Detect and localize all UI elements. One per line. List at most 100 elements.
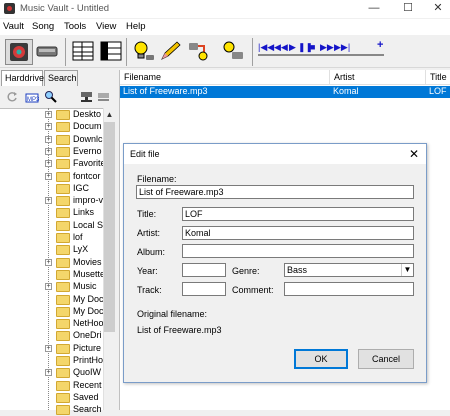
menu-view[interactable]: View [96, 21, 116, 32]
tree-expander-icon[interactable]: + [45, 160, 52, 168]
stop-button[interactable]: ■ [310, 42, 315, 52]
menu-tools[interactable]: Tools [64, 21, 86, 32]
tree-expander-icon[interactable]: + [45, 135, 52, 143]
tree-folder-item[interactable]: Search [0, 404, 104, 416]
tree-folder-label: OneDri [73, 330, 102, 341]
tree-folder-item[interactable]: lof [0, 232, 104, 244]
play-button[interactable]: ▶ [289, 42, 296, 53]
network-drive-icon[interactable] [80, 91, 93, 103]
year-field[interactable] [182, 263, 226, 277]
refresh-icon[interactable] [6, 91, 18, 103]
tree-folder-item[interactable]: OneDri [0, 330, 104, 342]
mp3-filter-icon[interactable]: MP3 [25, 90, 39, 103]
tree-folder-item[interactable]: + Movies [0, 257, 104, 269]
folder-icon [56, 122, 70, 133]
add-button[interactable]: + [377, 39, 383, 51]
folder-icon [56, 356, 70, 366]
tree-folder-item[interactable]: PrintHo [0, 355, 104, 367]
drive-disconnect-icon[interactable] [97, 91, 110, 103]
ok-button[interactable]: OK [294, 349, 348, 369]
tree-folder-label: IGC [73, 182, 90, 193]
tree-expander-icon[interactable]: + [45, 283, 52, 291]
lightbulb-icon [134, 41, 154, 60]
drive-button[interactable] [34, 39, 62, 65]
menu-vault[interactable]: Vault [3, 21, 24, 32]
album-label: Album: [137, 247, 166, 257]
tree-expander-icon[interactable]: + [45, 344, 52, 352]
tree-expander-icon[interactable]: + [45, 369, 52, 377]
tree-folder-item[interactable]: + Downlc [0, 134, 104, 146]
tree-folder-item[interactable]: + Deskto [0, 109, 104, 121]
last-track-button[interactable]: ▶▶| [334, 42, 350, 53]
tree-folder-item[interactable]: Saved [0, 392, 104, 404]
pencil-button[interactable] [158, 39, 186, 65]
tree-folder-item[interactable]: LyX [0, 244, 104, 256]
tree-folder-item[interactable]: IGC [0, 183, 104, 195]
genre-select[interactable]: Bass ▼ [284, 263, 414, 277]
tree-folder-item[interactable]: + impro-v [0, 195, 104, 207]
dialog-close-button[interactable]: ✕ [405, 145, 423, 163]
split-view-button[interactable] [98, 39, 126, 65]
tree-folder-label: QuoIW [73, 367, 102, 378]
tree-expander-icon[interactable]: + [45, 197, 52, 205]
tree-folder-item[interactable]: + fontcor [0, 171, 104, 183]
tree-expander-icon[interactable]: + [45, 111, 52, 118]
tree-folder-item[interactable]: Musette [0, 269, 105, 281]
forward-button[interactable]: ▶▶ [320, 42, 334, 53]
folder-icon [56, 257, 70, 268]
tree-folder-item[interactable]: NetHoo [0, 318, 104, 330]
toolbar-separator [65, 38, 66, 66]
artist-field[interactable]: Komal [182, 226, 414, 240]
tree-expander-icon[interactable]: + [45, 123, 52, 131]
tree-folder-item[interactable]: My Doc [0, 294, 104, 306]
scrollbar-thumb[interactable] [104, 122, 115, 332]
tree-expander-icon[interactable]: + [45, 147, 52, 155]
transfer-icon [189, 43, 208, 61]
cancel-button[interactable]: Cancel [358, 349, 414, 369]
tree-folder-item[interactable]: Local S [0, 220, 104, 232]
tree-folder-item[interactable]: + Docum [0, 121, 104, 133]
grid-view-button[interactable] [70, 39, 98, 65]
tree-folder-item[interactable]: + Picture [0, 343, 104, 355]
menu-song[interactable]: Song [32, 21, 54, 32]
rewind-button[interactable]: ◀◀ [274, 42, 288, 53]
tree-expander-icon[interactable]: + [45, 172, 52, 180]
album-field[interactable] [182, 244, 414, 258]
first-track-button[interactable]: |◀◀ [258, 42, 274, 53]
tree-folder-item[interactable]: + QuoIW [0, 367, 104, 379]
transfer-button[interactable] [186, 39, 214, 65]
track-field[interactable] [182, 282, 226, 296]
minimize-button[interactable]: — [360, 1, 388, 16]
folder-icon [56, 196, 70, 207]
search-icon[interactable] [44, 90, 57, 103]
tree-folder-item[interactable]: + Music [0, 281, 104, 293]
tree-folder-item[interactable]: + Everno [0, 146, 104, 158]
vault-logo-button[interactable] [5, 39, 33, 65]
table-row[interactable]: List of Freeware.mp3 Komal LOF [120, 86, 450, 98]
lightbulb-button[interactable] [130, 39, 158, 65]
tab-search[interactable]: Search [44, 70, 78, 86]
mp3-convert-button[interactable] [220, 39, 248, 65]
filename-field[interactable]: List of Freeware.mp3 [136, 185, 414, 199]
tree-expander-icon[interactable]: + [45, 258, 52, 266]
column-header-artist[interactable]: Artist [330, 70, 426, 85]
tree-folder-item[interactable]: My Doc [0, 306, 104, 318]
column-header-title[interactable]: Title [426, 70, 450, 85]
chevron-down-icon[interactable]: ▼ [401, 264, 413, 276]
close-button[interactable]: ✕ [424, 1, 450, 16]
title-field[interactable]: LOF [182, 207, 414, 221]
tree-folder-label: fontcor [73, 170, 101, 181]
comment-field[interactable] [284, 282, 414, 296]
maximize-button[interactable]: ☐ [394, 1, 422, 16]
tree-folder-label: Everno [73, 145, 102, 156]
tree-folder-label: Music [73, 281, 97, 292]
tree-folder-label: My Doc [73, 305, 104, 316]
tree-folder-item[interactable]: Links [0, 207, 104, 219]
tree-folder-item[interactable]: Recent [0, 380, 104, 392]
seek-slider[interactable] [258, 54, 384, 56]
column-header-filename[interactable]: Filename [120, 70, 330, 85]
scroll-up-arrow-icon[interactable]: ▲ [103, 110, 116, 120]
menu-help[interactable]: Help [126, 21, 146, 32]
tab-harddrive[interactable]: Harddrive [1, 70, 44, 86]
tree-folder-item[interactable]: + Favorite [0, 158, 106, 170]
